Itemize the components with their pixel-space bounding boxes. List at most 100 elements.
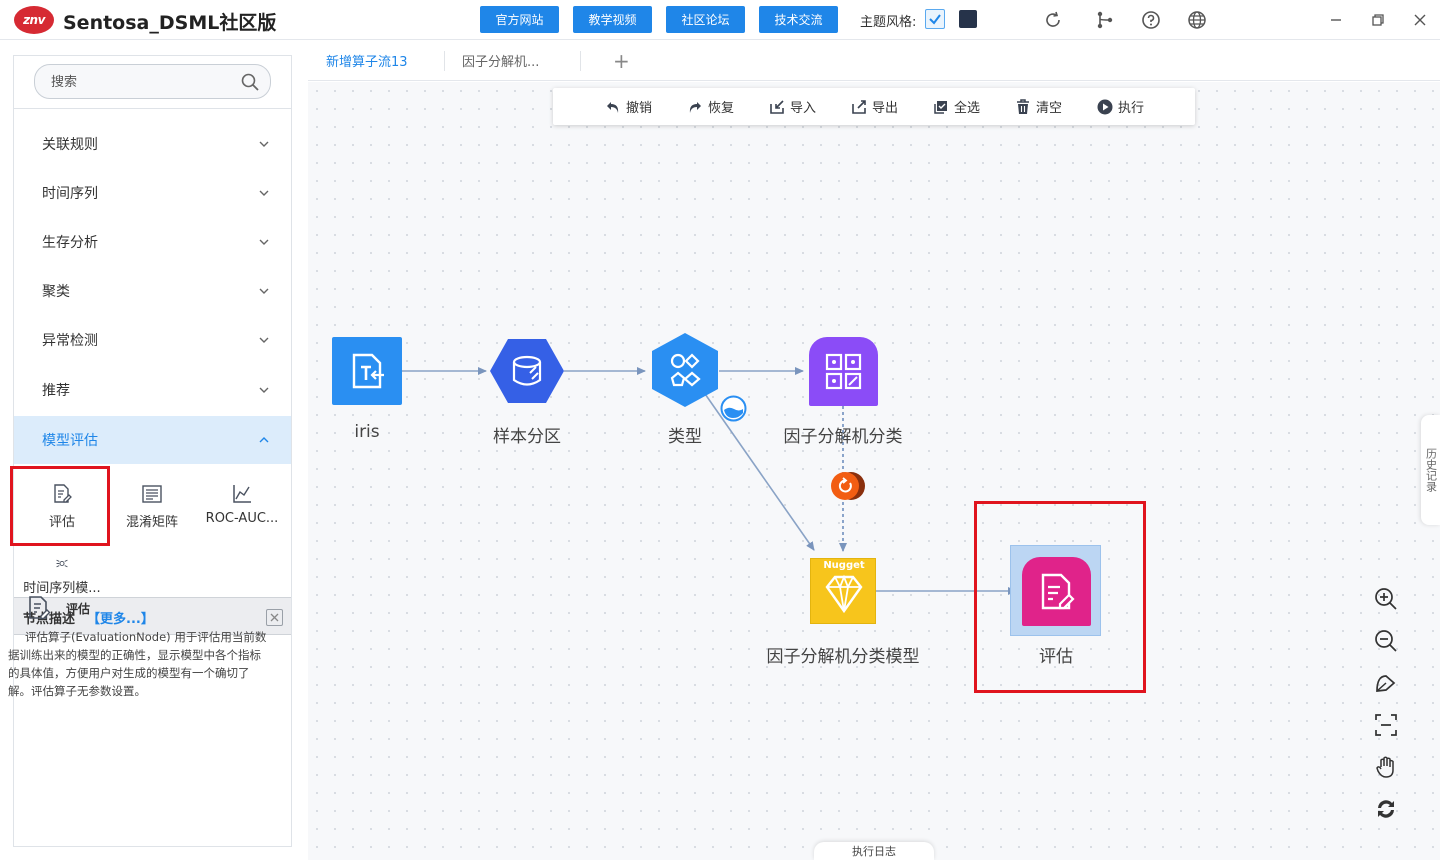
actual-size-icon[interactable] [1373, 712, 1399, 738]
node-type[interactable] [650, 332, 720, 408]
export-button[interactable]: 导出 [851, 88, 898, 125]
zoom-out-icon[interactable] [1373, 628, 1399, 654]
evaluate-icon [1041, 573, 1075, 610]
operator-confusion-matrix[interactable]: 混淆矩阵 [104, 467, 200, 545]
history-side-tab[interactable]: 历史记录 [1421, 415, 1440, 525]
category-label: 模型评估 [42, 433, 98, 449]
tab-new-flow-13[interactable]: 新增算子流13 [326, 41, 408, 80]
restore-icon[interactable] [1367, 9, 1389, 31]
roc-auc-icon [233, 485, 251, 503]
confusion-matrix-icon [142, 485, 162, 503]
execution-log-tab[interactable]: 执行日志 [814, 842, 934, 860]
tutorial-video-button[interactable]: 教学视频 [573, 6, 652, 33]
run-button[interactable]: 执行 [1097, 88, 1144, 125]
official-site-button[interactable]: 官方网站 [480, 6, 559, 33]
close-window-icon[interactable] [1409, 9, 1431, 31]
redo-label: 恢复 [708, 101, 735, 116]
search-box [34, 64, 271, 99]
search-icon[interactable] [240, 72, 260, 92]
select-all-icon [934, 100, 947, 114]
time-series-model-icon [56, 559, 68, 568]
theme-label: 主题风格: [860, 15, 917, 30]
language-globe-icon[interactable] [1186, 9, 1208, 31]
search-input[interactable] [51, 72, 231, 92]
fit-view-icon[interactable] [1373, 670, 1399, 696]
theme-dark-swatch[interactable] [959, 10, 977, 28]
chevron-down-icon [259, 337, 269, 343]
title-bar: znv Sentosa_DSML社区版 官方网站 教学视频 社区论坛 技术交流 … [0, 0, 1440, 40]
category-recommendation[interactable]: 推荐 [14, 366, 291, 414]
close-icon[interactable] [266, 609, 283, 626]
canvas-toolbar: 撤销 恢复 导入 导出 全选 清空 执行 [553, 88, 1195, 125]
run-label: 执行 [1118, 101, 1145, 116]
shapes-hexagon-icon [652, 333, 718, 407]
app-title: Sentosa_DSML社区版 [63, 12, 277, 34]
redo-button[interactable]: 恢复 [687, 88, 734, 125]
node-label-fm-model: 因子分解机分类模型 [766, 647, 920, 667]
operator-label: 时间序列模... [23, 581, 101, 596]
category-association-rules[interactable]: 关联规则 [14, 120, 291, 168]
data-preview-icon[interactable] [720, 395, 747, 422]
category-anomaly-detection[interactable]: 异常检测 [14, 316, 291, 364]
node-description-text: 评估算子(EvaluationNode) 用于评估用当前数据训练出来的模型的正确… [8, 630, 267, 698]
help-icon[interactable] [1140, 9, 1162, 31]
play-icon [1097, 99, 1113, 114]
category-model-evaluation[interactable]: 模型评估 [14, 416, 291, 464]
chevron-down-icon [259, 288, 269, 294]
node-sample-partition[interactable] [489, 337, 565, 405]
tab-fm-flow[interactable]: 因子分解机... [462, 41, 539, 80]
refresh-model-icon[interactable] [829, 471, 867, 501]
category-survival-analysis[interactable]: 生存分析 [14, 218, 291, 266]
export-icon [852, 99, 866, 114]
node-label-sample-partition: 样本分区 [493, 427, 561, 447]
minimize-icon[interactable] [1325, 9, 1347, 31]
node-label-type: 类型 [668, 427, 702, 447]
tech-exchange-button[interactable]: 技术交流 [759, 6, 838, 33]
node-description-name: 评估 [66, 602, 91, 616]
category-clustering[interactable]: 聚类 [14, 267, 291, 315]
node-label-evaluate: 评估 [1039, 647, 1073, 667]
operator-sidebar: 关联规则 时间序列 生存分析 聚类 异常检测 推荐 模型评估 评估 混淆矩阵 R… [13, 55, 292, 847]
text-file-icon [352, 353, 384, 389]
check-icon [929, 14, 941, 25]
node-label-iris: iris [354, 422, 380, 442]
flow-tab-bar: 新增算子流13 因子分解机... + [308, 41, 1440, 81]
branch-icon[interactable] [1094, 9, 1116, 31]
select-all-label: 全选 [954, 101, 981, 116]
category-label: 关联规则 [42, 137, 98, 153]
refresh-icon[interactable] [1042, 9, 1064, 31]
qr-grid-icon [825, 353, 862, 390]
community-forum-button[interactable]: 社区论坛 [666, 6, 745, 33]
node-description-more-link[interactable]: 【更多...】 [87, 608, 154, 627]
pan-hand-icon[interactable] [1373, 754, 1399, 780]
chevron-down-icon [259, 190, 269, 196]
category-time-series[interactable]: 时间序列 [14, 169, 291, 217]
theme-light-checkbox[interactable] [925, 9, 945, 29]
zoom-in-icon[interactable] [1373, 586, 1399, 612]
app-logo: znv [14, 6, 54, 34]
import-button[interactable]: 导入 [769, 88, 816, 125]
node-fm-classifier[interactable] [809, 337, 878, 406]
operator-roc-auc[interactable]: ROC-AUC... [194, 467, 290, 545]
import-label: 导入 [790, 101, 817, 116]
operator-evaluate[interactable]: 评估 [14, 467, 110, 545]
export-label: 导出 [872, 101, 899, 116]
undo-button[interactable]: 撤销 [605, 88, 652, 125]
add-tab-button[interactable]: + [613, 49, 630, 73]
import-icon [770, 99, 784, 114]
node-iris[interactable] [332, 337, 402, 405]
reset-layout-icon[interactable] [1373, 796, 1399, 822]
clear-button[interactable]: 清空 [1015, 88, 1062, 125]
select-all-button[interactable]: 全选 [933, 88, 980, 125]
flow-canvas[interactable] [308, 82, 1440, 860]
nugget-badge: Nugget [823, 560, 865, 571]
operator-label: 混淆矩阵 [125, 515, 178, 530]
operator-time-series-model[interactable]: 时间序列模... [14, 540, 110, 596]
node-fm-model[interactable]: Nugget [810, 558, 876, 624]
node-label-fm-classifier: 因子分解机分类 [783, 427, 903, 447]
divider [444, 51, 445, 71]
node-evaluate[interactable] [1022, 557, 1091, 626]
divider [580, 51, 581, 71]
node-evaluate-selected[interactable] [1010, 545, 1101, 636]
chevron-down-icon [259, 141, 269, 147]
